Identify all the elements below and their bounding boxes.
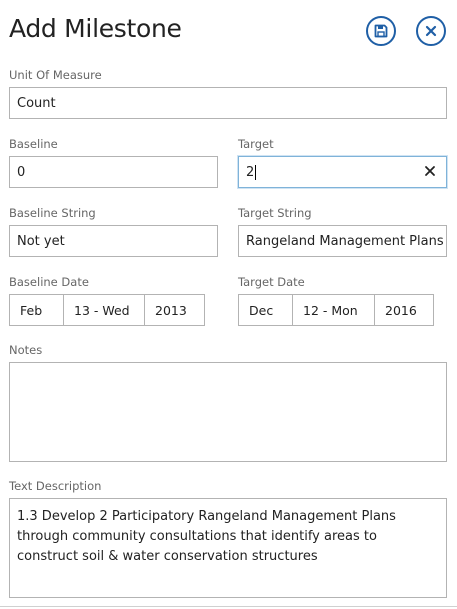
- text-caret: [255, 164, 257, 180]
- target-string-label: Target String: [238, 206, 312, 220]
- target-day-select[interactable]: 12 - Mon: [293, 295, 375, 325]
- close-x-icon: [425, 25, 437, 37]
- target-string-field[interactable]: Rangeland Management Plans: [238, 225, 447, 257]
- baseline-month-select[interactable]: Feb: [10, 295, 64, 325]
- baseline-value: 0: [17, 164, 26, 180]
- floppy-disk-icon: [374, 24, 388, 38]
- baseline-date-picker[interactable]: Feb 13 - Wed 2013: [9, 294, 205, 326]
- target-month-select[interactable]: Dec: [239, 295, 293, 325]
- baseline-label: Baseline: [9, 137, 58, 151]
- target-year-select[interactable]: 2016: [375, 295, 433, 325]
- close-button[interactable]: [416, 16, 446, 46]
- target-field[interactable]: 2: [238, 156, 447, 188]
- notes-label: Notes: [9, 343, 43, 357]
- unit-of-measure-value: Count: [17, 95, 56, 111]
- clear-x-icon[interactable]: [423, 164, 437, 178]
- target-date-label: Target Date: [238, 275, 305, 289]
- target-label: Target: [238, 137, 274, 151]
- text-description-label: Text Description: [9, 479, 102, 493]
- unit-of-measure-field[interactable]: Count: [9, 87, 447, 119]
- baseline-field[interactable]: 0: [9, 156, 218, 188]
- target-value: 2: [246, 164, 255, 180]
- save-button[interactable]: [366, 16, 396, 46]
- baseline-day-select[interactable]: 13 - Wed: [64, 295, 145, 325]
- bottom-divider: [0, 606, 457, 607]
- baseline-year-select[interactable]: 2013: [145, 295, 204, 325]
- notes-textarea[interactable]: [9, 362, 447, 462]
- baseline-string-field[interactable]: Not yet: [9, 225, 218, 257]
- baseline-string-value: Not yet: [17, 233, 65, 249]
- text-description-textarea[interactable]: 1.3 Develop 2 Participatory Rangeland Ma…: [9, 498, 447, 598]
- baseline-string-label: Baseline String: [9, 206, 96, 220]
- unit-of-measure-label: Unit Of Measure: [9, 68, 102, 82]
- page-title: Add Milestone: [9, 14, 182, 43]
- baseline-date-label: Baseline Date: [9, 275, 89, 289]
- target-date-picker[interactable]: Dec 12 - Mon 2016: [238, 294, 434, 326]
- target-string-value: Rangeland Management Plans: [246, 233, 444, 249]
